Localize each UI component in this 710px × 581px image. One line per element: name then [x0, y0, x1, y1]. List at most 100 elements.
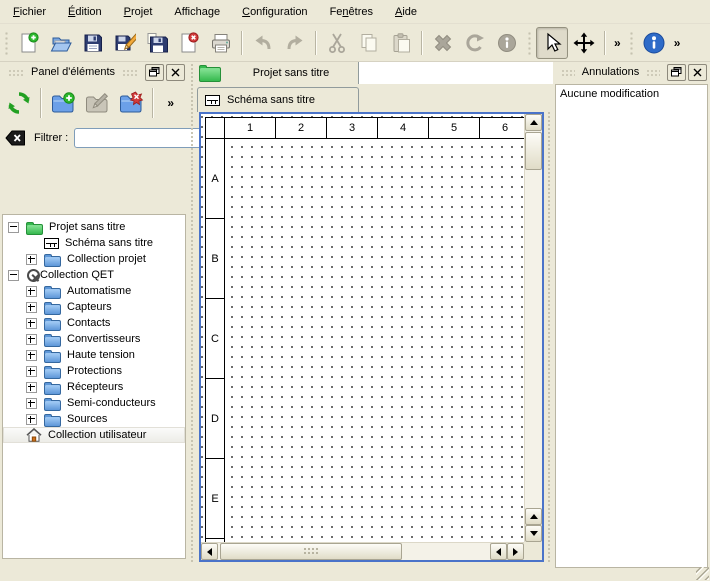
- toolbar-overflow-button[interactable]: »: [670, 36, 685, 50]
- schema-tab[interactable]: Schéma sans titre: [197, 87, 359, 112]
- undo-list-item[interactable]: Aucune modification: [560, 88, 703, 100]
- toolbar-separator: [421, 31, 423, 55]
- scroll-down-button[interactable]: [525, 525, 542, 542]
- expand-expander-icon[interactable]: [26, 318, 37, 329]
- save-button[interactable]: [77, 27, 109, 59]
- window-resize-grip[interactable]: [696, 567, 709, 580]
- open-button[interactable]: [45, 27, 77, 59]
- scroll-up-button-2[interactable]: [525, 508, 542, 525]
- project-tab-label: Projet sans titre: [227, 67, 355, 79]
- schema-canvas[interactable]: 1 2 3 4 5 6 A B C D E: [201, 114, 524, 542]
- close-panel-button[interactable]: [688, 64, 707, 81]
- restore-icon: [149, 67, 160, 77]
- tree-item-schema-sans-titre[interactable]: Schéma sans titre: [3, 235, 185, 251]
- expand-expander-icon[interactable]: [26, 398, 37, 409]
- undo-panel: Annulations Aucune modification: [553, 62, 710, 570]
- expand-expander-icon[interactable]: [26, 414, 37, 425]
- undo-icon: [252, 32, 274, 54]
- collapse-expander-icon[interactable]: [8, 270, 19, 281]
- toolbar-drag-handle[interactable]: [526, 30, 533, 56]
- select-mode-button[interactable]: [536, 27, 568, 59]
- vertical-scroll-track[interactable]: [525, 131, 542, 508]
- expand-expander-icon[interactable]: [26, 302, 37, 313]
- horizontal-scroll-track[interactable]: [218, 543, 490, 560]
- tree-item-sources[interactable]: Sources: [3, 411, 185, 427]
- toolbar-drag-handle[interactable]: [3, 30, 10, 56]
- project-tab[interactable]: Projet sans titre: [196, 62, 359, 84]
- column-label: 2: [276, 118, 327, 138]
- schema-tab-label: Schéma sans titre: [227, 94, 315, 106]
- tree-item-protections[interactable]: Protections: [3, 363, 185, 379]
- expand-expander-icon[interactable]: [26, 334, 37, 345]
- new-file-icon: [18, 32, 40, 54]
- menu-item-projet[interactable]: Projet: [115, 3, 162, 21]
- elements-tree[interactable]: Projet sans titre Schéma sans titre Coll…: [2, 214, 186, 559]
- tree-item-semi-conducteurs[interactable]: Semi-conducteurs: [3, 395, 185, 411]
- paste-icon: [390, 32, 412, 54]
- delete-category-button[interactable]: [114, 86, 148, 120]
- expand-expander-icon[interactable]: [26, 350, 37, 361]
- horizontal-scroll-thumb[interactable]: [220, 543, 402, 560]
- menu-item-fichier[interactable]: Fichier: [4, 3, 55, 21]
- expand-expander-icon[interactable]: [26, 254, 37, 265]
- expand-expander-icon[interactable]: [26, 366, 37, 377]
- undo-panel-titlebar: Annulations: [553, 62, 710, 82]
- scroll-left-button[interactable]: [201, 543, 218, 560]
- expand-expander-icon[interactable]: [26, 286, 37, 297]
- save-icon: [82, 32, 104, 54]
- left-splitter[interactable]: [189, 62, 195, 562]
- tree-item-projet-sans-titre[interactable]: Projet sans titre: [3, 219, 185, 235]
- undo-panel-title: Annulations: [580, 66, 642, 78]
- close-panel-button[interactable]: [166, 64, 185, 81]
- save-as-button[interactable]: [109, 27, 141, 59]
- tree-item-automatisme[interactable]: Automatisme: [3, 283, 185, 299]
- scroll-right-button[interactable]: [507, 543, 524, 560]
- expand-expander-icon[interactable]: [26, 382, 37, 393]
- menu-item-edition[interactable]: Édition: [59, 3, 111, 21]
- clear-filter-button[interactable]: [5, 130, 26, 146]
- tree-item-haute-tension[interactable]: Haute tension: [3, 347, 185, 363]
- menu-item-affichage[interactable]: Affichage: [165, 3, 229, 21]
- toolbar-overflow-button[interactable]: »: [610, 36, 625, 50]
- save-all-button[interactable]: [141, 27, 173, 59]
- folder-plus-icon: [50, 90, 76, 116]
- blue-folder-icon: [44, 400, 61, 411]
- panel-toolbar-overflow-button[interactable]: »: [163, 96, 178, 110]
- tree-item-recepteurs[interactable]: Récepteurs: [3, 379, 185, 395]
- titlebar-texture: [646, 69, 660, 76]
- horizontal-scrollbar[interactable]: [201, 542, 524, 560]
- menu-item-fenetres[interactable]: Fenêtres: [321, 3, 382, 21]
- right-splitter[interactable]: [546, 62, 552, 562]
- schema-viewport: 1 2 3 4 5 6 A B C D E: [199, 112, 544, 562]
- vertical-scroll-thumb[interactable]: [525, 132, 542, 170]
- copy-button: [353, 27, 385, 59]
- scroll-up-button[interactable]: [525, 114, 542, 131]
- reload-collections-button[interactable]: [2, 86, 36, 120]
- undo-history-list[interactable]: Aucune modification: [555, 84, 708, 568]
- rotate-icon: [464, 32, 486, 54]
- diagram-info-button[interactable]: [638, 27, 670, 59]
- tree-item-collection-projet[interactable]: Collection projet: [3, 251, 185, 267]
- toolbar-drag-handle[interactable]: [628, 30, 635, 56]
- tree-item-capteurs[interactable]: Capteurs: [3, 299, 185, 315]
- close-file-button[interactable]: [173, 27, 205, 59]
- new-category-button[interactable]: [46, 86, 80, 120]
- menu-item-aide[interactable]: Aide: [386, 3, 426, 21]
- new-project-button[interactable]: [13, 27, 45, 59]
- float-panel-button[interactable]: [145, 64, 164, 81]
- delete-icon: [432, 32, 454, 54]
- vertical-scrollbar[interactable]: [524, 114, 542, 542]
- cursor-arrow-icon: [541, 32, 563, 54]
- undo-button: [247, 27, 279, 59]
- pan-mode-button[interactable]: [568, 27, 600, 59]
- restore-icon: [671, 67, 682, 77]
- collapse-expander-icon[interactable]: [8, 222, 19, 233]
- tree-item-collection-qet[interactable]: Collection QET: [3, 267, 185, 283]
- tree-item-contacts[interactable]: Contacts: [3, 315, 185, 331]
- print-button[interactable]: [205, 27, 237, 59]
- scroll-left-button-2[interactable]: [490, 543, 507, 560]
- menu-item-configuration[interactable]: Configuration: [233, 3, 316, 21]
- float-panel-button[interactable]: [667, 64, 686, 81]
- tree-item-convertisseurs[interactable]: Convertisseurs: [3, 331, 185, 347]
- tree-item-collection-utilisateur[interactable]: Collection utilisateur: [3, 427, 185, 443]
